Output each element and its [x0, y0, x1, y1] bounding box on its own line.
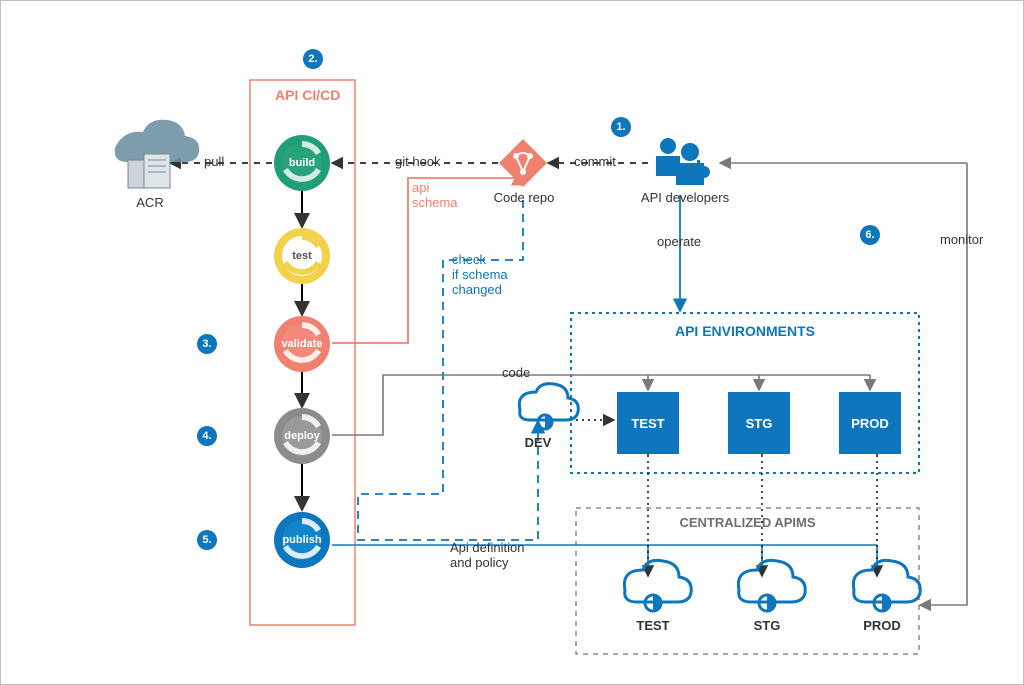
apim-cloud-test [624, 560, 691, 611]
label-code: code [502, 365, 530, 380]
apim-cloud-stg [738, 560, 805, 611]
edge-monitor-v [920, 163, 967, 605]
apim-prod-label: PROD [852, 618, 912, 633]
apim-stg-label: STG [737, 618, 797, 633]
step-test-label: test [274, 228, 330, 284]
label-pull: pull [204, 154, 224, 169]
label-checkschema: check if schema changed [452, 252, 508, 297]
dev-cloud-icon [519, 384, 578, 429]
badge-5: 5. [197, 530, 217, 550]
pipeline-title: API CI/CD [275, 87, 340, 103]
cycle-publish: publish [274, 512, 330, 568]
cycle-build: build [274, 135, 330, 191]
code-repo-icon [499, 139, 547, 187]
label-operate: operate [657, 234, 701, 249]
step-validate-label: validate [274, 316, 330, 372]
cycle-test: test [274, 228, 330, 284]
cycle-validate: validate [274, 316, 330, 372]
dev-label: DEV [513, 435, 563, 450]
apim-test-label: TEST [623, 618, 683, 633]
label-monitor: monitor [940, 232, 983, 247]
badge-4: 4. [197, 426, 217, 446]
step-deploy-label: deploy [274, 408, 330, 464]
label-githook: git hook [395, 154, 441, 169]
diagram-root: 1. 2. 3. 4. 5. 6. API CI/CD build test v… [0, 0, 1024, 685]
badge-6: 6. [860, 225, 880, 245]
apim-cloud-prod [853, 560, 920, 611]
developers-icon [656, 138, 710, 185]
acr-label: ACR [125, 195, 175, 210]
developers-label: API developers [630, 190, 740, 205]
step-build-label: build [274, 135, 330, 191]
env-stg: STG [728, 392, 790, 454]
step-publish-label: publish [274, 512, 330, 568]
connectors-layer [0, 0, 1024, 685]
env-prod: PROD [839, 392, 901, 454]
badge-3: 3. [197, 334, 217, 354]
label-apischema: api schema [412, 180, 458, 210]
badge-1: 1. [611, 117, 631, 137]
apims-title: CENTRALIZED APIMS [576, 515, 919, 530]
cycle-deploy: deploy [274, 408, 330, 464]
label-commit: commit [574, 154, 616, 169]
env-title: API ENVIRONMENTS [571, 323, 919, 339]
label-apidef: Api definition and policy [450, 540, 524, 570]
badge-2: 2. [303, 49, 323, 69]
env-test: TEST [617, 392, 679, 454]
code-repo-label: Code repo [488, 190, 560, 205]
acr-icon [115, 120, 199, 188]
